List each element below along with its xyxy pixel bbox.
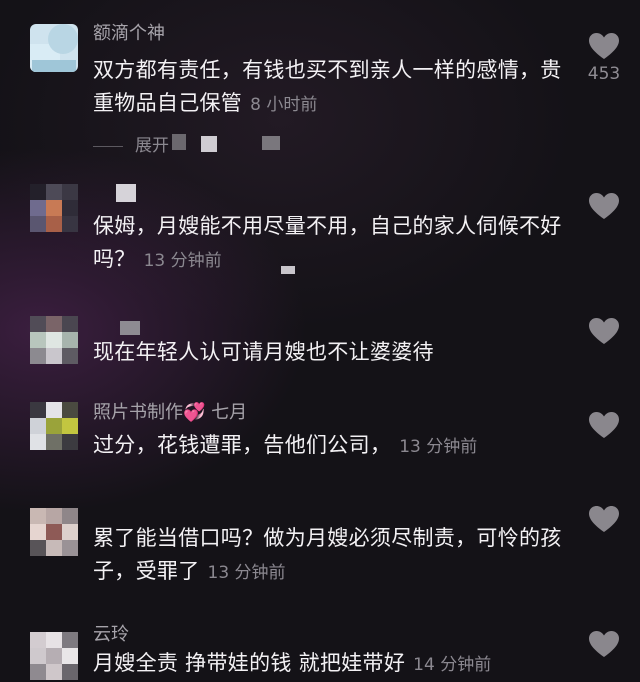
avatar[interactable] — [30, 316, 78, 364]
comment-body: 过分，花钱遭罪，告他们公司， — [93, 433, 392, 457]
avatar-shape — [46, 216, 62, 232]
like-button[interactable] — [588, 412, 620, 439]
avatar-shape — [46, 332, 62, 348]
mosaic-block — [281, 266, 295, 274]
heart-icon — [589, 318, 619, 344]
avatar-shape — [30, 200, 46, 216]
avatar-shape — [30, 332, 46, 348]
like-button[interactable] — [588, 506, 620, 533]
avatar[interactable] — [30, 184, 78, 232]
avatar-shape — [30, 184, 46, 200]
avatar-shape — [62, 524, 78, 540]
avatar-shape — [62, 316, 78, 332]
avatar-shape — [62, 632, 78, 648]
avatar-shape — [30, 216, 46, 232]
heart-icon — [589, 33, 619, 59]
heart-icon — [589, 506, 619, 532]
avatar[interactable] — [30, 24, 78, 72]
comment-time: 13 分钟前 — [399, 437, 478, 457]
avatar-shape — [30, 632, 46, 648]
divider — [93, 145, 123, 147]
heart-icon — [589, 631, 619, 657]
comment-time: 14 分钟前 — [413, 655, 492, 675]
avatar-shape — [30, 508, 46, 524]
avatar-shape — [30, 434, 46, 450]
username[interactable]: 额滴个神 — [93, 23, 165, 45]
comment-body: 月嫂全责 挣带娃的钱 就把娃带好 — [93, 651, 406, 675]
avatar-shape — [46, 524, 62, 540]
avatar-shape — [62, 402, 78, 418]
avatar[interactable] — [30, 402, 78, 450]
like-button[interactable] — [588, 193, 620, 220]
avatar-shape — [62, 418, 78, 434]
comment-body: 现在年轻人认可请月嫂也不让婆婆待 — [93, 340, 434, 364]
avatar-shape — [62, 648, 78, 664]
avatar-shape — [46, 648, 62, 664]
avatar-shape — [46, 540, 62, 556]
mosaic-block — [120, 321, 140, 335]
avatar-shape — [62, 216, 78, 232]
avatar[interactable] — [30, 632, 78, 680]
avatar-shape — [30, 664, 46, 680]
username[interactable]: 云玲 — [93, 624, 129, 646]
avatar-shape — [46, 508, 62, 524]
avatar-shape — [32, 60, 76, 72]
expand-label: 展开 — [135, 136, 169, 156]
avatar-shape — [30, 418, 46, 434]
avatar-shape — [48, 24, 78, 54]
like-button[interactable]: 453 — [588, 33, 620, 84]
avatar-shape — [46, 632, 62, 648]
avatar-shape — [46, 200, 62, 216]
avatar-shape — [46, 418, 62, 434]
avatar-shape — [62, 332, 78, 348]
like-button[interactable] — [588, 631, 620, 658]
comment-time: 13 分钟前 — [143, 251, 222, 271]
avatar-shape — [62, 184, 78, 200]
avatar-shape — [62, 348, 78, 364]
avatar-shape — [46, 184, 62, 200]
comment-text: 双方都有责任，有钱也买不到亲人一样的感情，贵重物品自己保管 8 小时前 — [93, 54, 563, 122]
avatar-shape — [30, 540, 46, 556]
heart-icon — [589, 412, 619, 438]
comment-text: 现在年轻人认可请月嫂也不让婆婆待 — [93, 336, 563, 371]
avatar-shape — [30, 316, 46, 332]
comment-body: 双方都有责任，有钱也买不到亲人一样的感情，贵重物品自己保管 — [93, 58, 562, 115]
avatar-shape — [62, 200, 78, 216]
comment-body: 累了能当借口吗？做为月嫂必须尽制责，可怜的孩子，受罪了 — [93, 526, 562, 583]
mosaic-block — [116, 184, 136, 202]
avatar-shape — [46, 402, 62, 418]
comment-time: 13 分钟前 — [207, 563, 286, 583]
avatar-shape — [62, 508, 78, 524]
like-count: 453 — [587, 64, 621, 84]
comment-text: 月嫂全责 挣带娃的钱 就把娃带好 14 分钟前 — [93, 647, 563, 682]
mosaic-block — [262, 136, 280, 150]
avatar-shape — [46, 316, 62, 332]
username[interactable]: 照片书制作💞 七月 — [93, 402, 247, 424]
avatar-shape — [46, 348, 62, 364]
avatar-shape — [62, 434, 78, 450]
comment-text: 保姆，月嫂能不用尽量不用，自己的家人伺候不好吗？ 13 分钟前 — [93, 210, 563, 278]
avatar[interactable] — [30, 508, 78, 556]
mosaic-block — [201, 136, 217, 152]
comment-time: 8 小时前 — [250, 95, 318, 115]
comment-text: 累了能当借口吗？做为月嫂必须尽制责，可怜的孩子，受罪了 13 分钟前 — [93, 522, 563, 590]
avatar-shape — [62, 540, 78, 556]
avatar-shape — [30, 524, 46, 540]
avatar-shape — [30, 402, 46, 418]
avatar-shape — [30, 348, 46, 364]
avatar-shape — [46, 434, 62, 450]
expand-replies-button[interactable]: 展开 — [93, 131, 169, 156]
avatar-shape — [46, 664, 62, 680]
comment-text: 过分，花钱遭罪，告他们公司， 13 分钟前 — [93, 429, 563, 464]
like-button[interactable] — [588, 318, 620, 345]
avatar-shape — [62, 664, 78, 680]
mosaic-block — [172, 134, 186, 150]
heart-icon — [589, 193, 619, 219]
avatar-shape — [30, 648, 46, 664]
